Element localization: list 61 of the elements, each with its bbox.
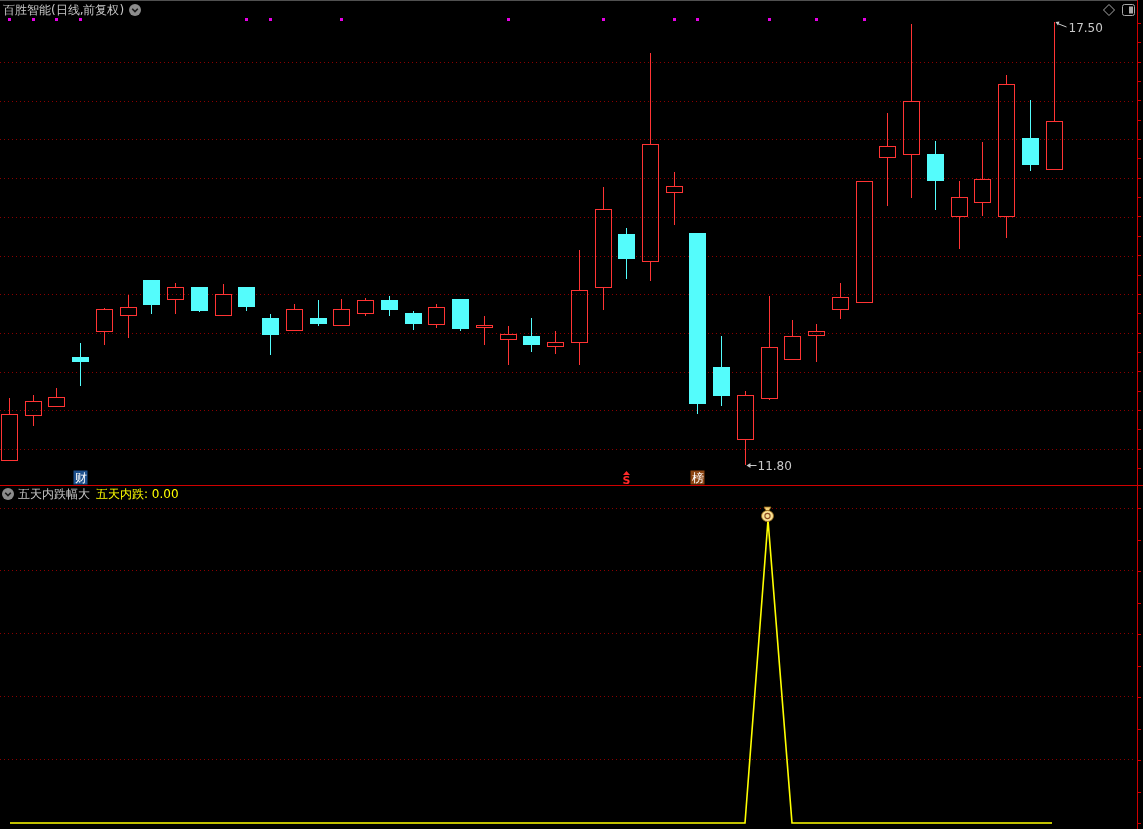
- candlestick: [191, 286, 208, 313]
- indicator-title: 五天内跌幅大: [18, 487, 90, 501]
- candlestick: [238, 286, 255, 312]
- candlestick: [120, 294, 137, 339]
- candlestick: [286, 303, 303, 331]
- candlestick: [547, 330, 564, 355]
- candlestick: [808, 323, 825, 363]
- diamond-icon[interactable]: [1103, 4, 1115, 16]
- candlestick: [1, 397, 18, 461]
- candlestick: [713, 335, 730, 407]
- candlestick: [25, 394, 42, 427]
- square-marker-icon: [768, 18, 771, 21]
- candlestick: [215, 283, 232, 316]
- candlestick: [48, 387, 65, 407]
- square-marker-icon: [269, 18, 272, 21]
- square-marker-icon: [673, 18, 676, 21]
- square-marker-icon: [245, 18, 248, 21]
- marker-badge: 财: [73, 470, 88, 485]
- marker-badge: 榜: [690, 470, 705, 485]
- candlestick: [96, 307, 113, 346]
- square-marker-icon: [8, 18, 11, 21]
- low-price-label: 11.80: [757, 459, 792, 473]
- square-marker-icon: [79, 18, 82, 21]
- candlestick: [333, 298, 350, 326]
- candlestick: [951, 180, 968, 250]
- candlestick: [476, 315, 493, 346]
- chart-title: 百胜智能(日线,前复权): [3, 3, 125, 17]
- candlestick: [452, 298, 469, 332]
- candlestick: [72, 342, 89, 387]
- candlestick: [381, 295, 398, 317]
- square-marker-icon: [696, 18, 699, 21]
- panel-toggle-icon[interactable]: [1122, 4, 1135, 16]
- candlestick: [832, 282, 849, 320]
- candlestick: [167, 282, 184, 315]
- candlestick: [262, 313, 279, 356]
- indicator-reading: 五天内跌: 0.00: [96, 487, 179, 501]
- candlestick: [357, 297, 374, 317]
- candlestick: [143, 279, 160, 315]
- money-bag-icon: [761, 506, 774, 522]
- candlestick: [523, 317, 540, 353]
- dropdown-icon[interactable]: [2, 488, 14, 500]
- dropdown-icon[interactable]: [129, 4, 142, 16]
- candlestick: [310, 299, 327, 327]
- square-marker-icon: [815, 18, 818, 21]
- candlestick: [927, 140, 944, 211]
- leader-arrow: [746, 463, 757, 468]
- square-marker-icon: [602, 18, 605, 21]
- square-marker-icon: [863, 18, 866, 21]
- candlestick: [618, 227, 635, 280]
- candlestick: [405, 310, 422, 331]
- square-marker-icon: [507, 18, 510, 21]
- square-marker-icon: [32, 18, 35, 21]
- candlestick: [666, 171, 683, 226]
- square-marker-icon: [55, 18, 58, 21]
- signal-label: S: [622, 474, 631, 485]
- candlestick: [500, 325, 517, 366]
- high-price-label: 17.50: [1068, 21, 1103, 35]
- candlestick: [784, 319, 801, 360]
- square-marker-icon: [340, 18, 343, 21]
- leader-arrow: [1055, 21, 1067, 28]
- candlestick: [428, 303, 445, 329]
